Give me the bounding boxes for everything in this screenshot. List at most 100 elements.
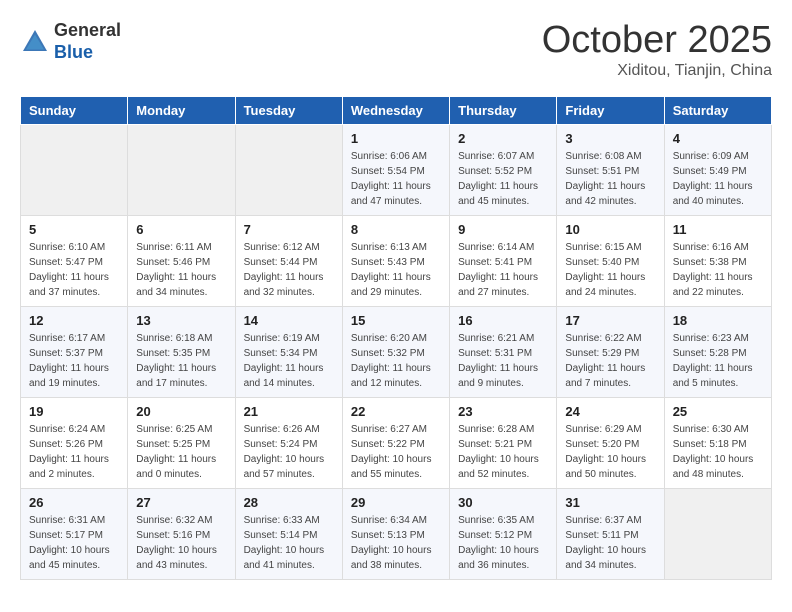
calendar-cell: 18 Sunrise: 6:23 AM Sunset: 5:28 PM Dayli… xyxy=(664,306,771,397)
day-number: 13 xyxy=(136,313,226,328)
day-info: Sunrise: 6:21 AM Sunset: 5:31 PM Dayligh… xyxy=(458,331,548,391)
day-info: Sunrise: 6:28 AM Sunset: 5:21 PM Dayligh… xyxy=(458,422,548,482)
day-info: Sunrise: 6:07 AM Sunset: 5:52 PM Dayligh… xyxy=(458,149,548,209)
day-info: Sunrise: 6:30 AM Sunset: 5:18 PM Dayligh… xyxy=(673,422,763,482)
day-number: 2 xyxy=(458,131,548,146)
day-number: 31 xyxy=(565,495,655,510)
day-number: 8 xyxy=(351,222,441,237)
day-number: 4 xyxy=(673,131,763,146)
calendar-header: SundayMondayTuesdayWednesdayThursdayFrid… xyxy=(21,96,772,124)
day-info: Sunrise: 6:33 AM Sunset: 5:14 PM Dayligh… xyxy=(244,513,334,573)
day-number: 14 xyxy=(244,313,334,328)
calendar-cell xyxy=(128,124,235,215)
day-info: Sunrise: 6:27 AM Sunset: 5:22 PM Dayligh… xyxy=(351,422,441,482)
day-number: 17 xyxy=(565,313,655,328)
calendar-cell: 4 Sunrise: 6:09 AM Sunset: 5:49 PM Daylig… xyxy=(664,124,771,215)
weekday-header-saturday: Saturday xyxy=(664,96,771,124)
week-row-2: 5Sunrise: 6:10 AM Sunset: 5:47 PM Daylig… xyxy=(21,215,772,306)
day-number: 25 xyxy=(673,404,763,419)
calendar-cell: 26Sunrise: 6:31 AM Sunset: 5:17 PM Dayli… xyxy=(21,488,128,579)
day-number: 29 xyxy=(351,495,441,510)
calendar-title: October 2025 xyxy=(542,20,772,62)
day-info: Sunrise: 6:35 AM Sunset: 5:12 PM Dayligh… xyxy=(458,513,548,573)
day-info: Sunrise: 6:09 AM Sunset: 5:49 PM Dayligh… xyxy=(673,149,763,209)
calendar-cell: 23 Sunrise: 6:28 AM Sunset: 5:21 PM Dayli… xyxy=(450,397,557,488)
day-info: Sunrise: 6:23 AM Sunset: 5:28 PM Dayligh… xyxy=(673,331,763,391)
weekday-header-friday: Friday xyxy=(557,96,664,124)
day-info: Sunrise: 6:15 AM Sunset: 5:40 PM Dayligh… xyxy=(565,240,655,300)
day-info: Sunrise: 6:20 AM Sunset: 5:32 PM Dayligh… xyxy=(351,331,441,391)
day-number: 12 xyxy=(29,313,119,328)
weekday-header-tuesday: Tuesday xyxy=(235,96,342,124)
day-info: Sunrise: 6:06 AM Sunset: 5:54 PM Dayligh… xyxy=(351,149,441,209)
logo-icon xyxy=(20,27,50,57)
day-number: 1 xyxy=(351,131,441,146)
day-number: 20 xyxy=(136,404,226,419)
calendar-cell xyxy=(21,124,128,215)
week-row-3: 12 Sunrise: 6:17 AM Sunset: 5:37 PM Dayli… xyxy=(21,306,772,397)
calendar-cell: 6 Sunrise: 6:11 AM Sunset: 5:46 PM Daylig… xyxy=(128,215,235,306)
calendar-cell: 15 Sunrise: 6:20 AM Sunset: 5:32 PM Dayli… xyxy=(342,306,449,397)
week-row-4: 19Sunrise: 6:24 AM Sunset: 5:26 PM Dayli… xyxy=(21,397,772,488)
calendar-cell: 2 Sunrise: 6:07 AM Sunset: 5:52 PM Daylig… xyxy=(450,124,557,215)
day-number: 7 xyxy=(244,222,334,237)
calendar-cell: 16 Sunrise: 6:21 AM Sunset: 5:31 PM Dayli… xyxy=(450,306,557,397)
calendar-cell: 9Sunrise: 6:14 AM Sunset: 5:41 PM Daylig… xyxy=(450,215,557,306)
calendar-cell xyxy=(664,488,771,579)
day-number: 22 xyxy=(351,404,441,419)
calendar-cell: 27Sunrise: 6:32 AM Sunset: 5:16 PM Dayli… xyxy=(128,488,235,579)
day-number: 16 xyxy=(458,313,548,328)
calendar-cell: 19Sunrise: 6:24 AM Sunset: 5:26 PM Dayli… xyxy=(21,397,128,488)
day-info: Sunrise: 6:17 AM Sunset: 5:37 PM Dayligh… xyxy=(29,331,119,391)
week-row-5: 26Sunrise: 6:31 AM Sunset: 5:17 PM Dayli… xyxy=(21,488,772,579)
calendar-cell: 5Sunrise: 6:10 AM Sunset: 5:47 PM Daylig… xyxy=(21,215,128,306)
day-info: Sunrise: 6:11 AM Sunset: 5:46 PM Dayligh… xyxy=(136,240,226,300)
day-info: Sunrise: 6:13 AM Sunset: 5:43 PM Dayligh… xyxy=(351,240,441,300)
calendar-cell: 3 Sunrise: 6:08 AM Sunset: 5:51 PM Daylig… xyxy=(557,124,664,215)
weekday-header-wednesday: Wednesday xyxy=(342,96,449,124)
calendar-cell: 14Sunrise: 6:19 AM Sunset: 5:34 PM Dayli… xyxy=(235,306,342,397)
day-info: Sunrise: 6:34 AM Sunset: 5:13 PM Dayligh… xyxy=(351,513,441,573)
day-number: 21 xyxy=(244,404,334,419)
day-number: 11 xyxy=(673,222,763,237)
calendar-cell: 11Sunrise: 6:16 AM Sunset: 5:38 PM Dayli… xyxy=(664,215,771,306)
day-info: Sunrise: 6:31 AM Sunset: 5:17 PM Dayligh… xyxy=(29,513,119,573)
day-number: 6 xyxy=(136,222,226,237)
logo-blue: Blue xyxy=(54,42,93,62)
weekday-header-sunday: Sunday xyxy=(21,96,128,124)
day-number: 3 xyxy=(565,131,655,146)
weekday-header-thursday: Thursday xyxy=(450,96,557,124)
calendar-cell: 31Sunrise: 6:37 AM Sunset: 5:11 PM Dayli… xyxy=(557,488,664,579)
calendar-table: SundayMondayTuesdayWednesdayThursdayFrid… xyxy=(20,96,772,580)
day-number: 28 xyxy=(244,495,334,510)
calendar-cell: 7 Sunrise: 6:12 AM Sunset: 5:44 PM Daylig… xyxy=(235,215,342,306)
day-number: 5 xyxy=(29,222,119,237)
calendar-cell: 28 Sunrise: 6:33 AM Sunset: 5:14 PM Dayli… xyxy=(235,488,342,579)
day-info: Sunrise: 6:25 AM Sunset: 5:25 PM Dayligh… xyxy=(136,422,226,482)
calendar-cell: 10 Sunrise: 6:15 AM Sunset: 5:40 PM Dayli… xyxy=(557,215,664,306)
calendar-cell: 24Sunrise: 6:29 AM Sunset: 5:20 PM Dayli… xyxy=(557,397,664,488)
day-number: 15 xyxy=(351,313,441,328)
calendar-cell: 29 Sunrise: 6:34 AM Sunset: 5:13 PM Dayli… xyxy=(342,488,449,579)
day-number: 23 xyxy=(458,404,548,419)
calendar-cell: 17 Sunrise: 6:22 AM Sunset: 5:29 PM Dayli… xyxy=(557,306,664,397)
day-number: 30 xyxy=(458,495,548,510)
logo-general: General xyxy=(54,20,121,40)
day-info: Sunrise: 6:26 AM Sunset: 5:24 PM Dayligh… xyxy=(244,422,334,482)
title-block: October 2025 Xiditou, Tianjin, China xyxy=(542,20,772,80)
calendar-cell: 25 Sunrise: 6:30 AM Sunset: 5:18 PM Dayli… xyxy=(664,397,771,488)
week-row-1: 1 Sunrise: 6:06 AM Sunset: 5:54 PM Daylig… xyxy=(21,124,772,215)
page-header: General Blue October 2025 Xiditou, Tianj… xyxy=(20,20,772,80)
calendar-cell: 22 Sunrise: 6:27 AM Sunset: 5:22 PM Dayli… xyxy=(342,397,449,488)
calendar-body: 1 Sunrise: 6:06 AM Sunset: 5:54 PM Daylig… xyxy=(21,124,772,579)
calendar-cell: 13 Sunrise: 6:18 AM Sunset: 5:35 PM Dayli… xyxy=(128,306,235,397)
day-info: Sunrise: 6:22 AM Sunset: 5:29 PM Dayligh… xyxy=(565,331,655,391)
day-number: 18 xyxy=(673,313,763,328)
day-info: Sunrise: 6:12 AM Sunset: 5:44 PM Dayligh… xyxy=(244,240,334,300)
weekday-header-monday: Monday xyxy=(128,96,235,124)
calendar-cell: 8 Sunrise: 6:13 AM Sunset: 5:43 PM Daylig… xyxy=(342,215,449,306)
day-info: Sunrise: 6:32 AM Sunset: 5:16 PM Dayligh… xyxy=(136,513,226,573)
day-info: Sunrise: 6:18 AM Sunset: 5:35 PM Dayligh… xyxy=(136,331,226,391)
day-number: 10 xyxy=(565,222,655,237)
day-info: Sunrise: 6:08 AM Sunset: 5:51 PM Dayligh… xyxy=(565,149,655,209)
